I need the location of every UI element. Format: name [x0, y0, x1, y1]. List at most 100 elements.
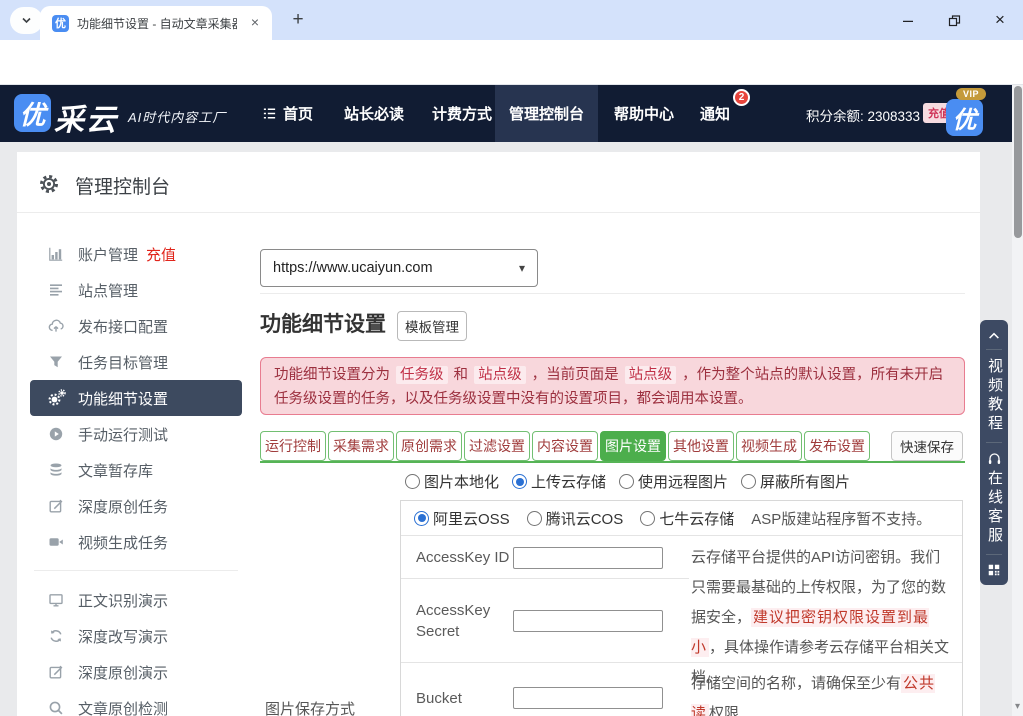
site-tagline: AI时代内容工厂 [128, 107, 226, 126]
back-to-top-button[interactable] [987, 329, 1001, 341]
points-balance: 积分余额: 2308333 [806, 105, 920, 125]
user-avatar[interactable]: 优 [946, 99, 983, 136]
radio-label: 使用远程图片 [638, 471, 728, 492]
sidebar-item-label: 站点管理 [78, 280, 138, 301]
page-title: 管理控制台 [75, 172, 170, 199]
image-save-mode-label: 图片保存方式 [265, 698, 355, 716]
tab-label: 图片设置 [605, 436, 661, 456]
radio-icon [619, 474, 634, 489]
cloud-upload-icon [48, 318, 64, 334]
window-restore-button[interactable] [932, 0, 976, 40]
settings-tabs: 运行控制 采集需求 原创需求 过滤设置 内容设置 图片设置 其他设置 视频生成 … [260, 431, 870, 461]
browser-toolbar: ← → ucaiyun.com/caiji/settings/ ☆ 井 ⋮ [0, 40, 1023, 85]
nav-item-help-center[interactable]: 帮助中心 [600, 85, 688, 142]
bucket-help-text: 存储空间的名称，请确保至少有公共读权限 [691, 669, 953, 716]
radio-qiniu-storage[interactable]: 七牛云存储 [640, 508, 734, 529]
tab-label: 过滤设置 [469, 436, 525, 456]
chevron-up-icon [987, 329, 1001, 341]
site-logo-badge[interactable]: 优 [14, 94, 51, 132]
tab-publish-settings[interactable]: 发布设置 [804, 431, 870, 461]
radio-label: 上传云存储 [531, 471, 606, 492]
sidebar-item-label: 发布接口配置 [78, 316, 168, 337]
tab-search-button[interactable] [10, 7, 43, 34]
database-icon [48, 462, 64, 478]
sidebar-item-label: 手动运行测试 [78, 424, 168, 445]
floating-side-panel: 视频教程 在线客服 [980, 320, 1008, 585]
quick-save-button[interactable]: 快速保存 [891, 431, 963, 461]
sidebar-item-deep-rewrite-demo[interactable]: 深度改写演示 [30, 618, 242, 654]
tab-other-settings[interactable]: 其他设置 [668, 431, 734, 461]
accesskey-id-row: AccessKey ID [401, 537, 689, 579]
qr-code-icon[interactable] [987, 563, 1001, 577]
bucket-input[interactable] [513, 687, 663, 709]
sidebar-item-task-target-management[interactable]: 任务目标管理 [30, 344, 242, 380]
tab-label: 原创需求 [401, 436, 457, 456]
sidebar-item-article-staging[interactable]: 文章暂存库 [30, 452, 242, 488]
scrollbar-down-arrow[interactable]: ▾ [1012, 701, 1023, 712]
template-management-button[interactable]: 模板管理 [397, 311, 467, 341]
radio-block-all-images[interactable]: 屏蔽所有图片 [741, 471, 850, 492]
content-card: 管理控制台 账户管理 充值 站点管理 发布接口配置 任务目标管理 [17, 152, 980, 716]
radio-use-remote-images[interactable]: 使用远程图片 [619, 471, 728, 492]
edit-icon [48, 664, 64, 680]
section-title: 功能细节设置 [260, 308, 386, 338]
nav-item-label: 通知 [700, 103, 730, 124]
radio-label: 七牛云存储 [659, 508, 734, 529]
tab-run-control[interactable]: 运行控制 [260, 431, 326, 461]
tab-content-settings[interactable]: 内容设置 [532, 431, 598, 461]
sidebar-item-video-generation-task[interactable]: 视频生成任务 [30, 524, 242, 560]
accesskey-id-input[interactable] [513, 547, 663, 569]
sidebar-item-publish-api-config[interactable]: 发布接口配置 [30, 308, 242, 344]
nav-item-admin-console[interactable]: 管理控制台 [495, 85, 598, 142]
page-scrollbar[interactable]: ▾ [1012, 85, 1023, 716]
radio-label: 图片本地化 [424, 471, 499, 492]
sidebar-item-body-recognition-demo[interactable]: 正文识别演示 [30, 582, 242, 618]
cloud-storage-settings-box: 阿里云OSS 腾讯云COS 七牛云存储 ASP版建站程序暂不支持。 Access… [400, 500, 963, 716]
scrollbar-thumb[interactable] [1014, 86, 1022, 238]
online-service-link[interactable]: 在线客服 [986, 470, 1002, 546]
tab-image-settings[interactable]: 图片设置 [600, 431, 666, 461]
tab-collect-requirements[interactable]: 采集需求 [328, 431, 394, 461]
sidebar-item-article-originality-check[interactable]: 文章原创检测 [30, 690, 242, 716]
radio-tencent-cos[interactable]: 腾讯云COS [527, 508, 624, 529]
new-tab-button[interactable]: + [286, 8, 310, 32]
radio-aliyun-oss[interactable]: 阿里云OSS [414, 508, 510, 529]
tab-close-button[interactable]: × [246, 14, 264, 32]
sidebar-item-label: 任务目标管理 [78, 352, 168, 373]
video-camera-icon [48, 534, 64, 550]
nav-item-home[interactable]: 首页 [248, 85, 327, 142]
video-tutorial-link[interactable]: 视频教程 [986, 358, 1002, 434]
chevron-down-icon: ▾ [519, 261, 525, 275]
tab-filter-settings[interactable]: 过滤设置 [464, 431, 530, 461]
page-background: 管理控制台 账户管理 充值 站点管理 发布接口配置 任务目标管理 [0, 142, 1023, 716]
nav-item-notifications[interactable]: 通知 2 [686, 85, 744, 142]
browser-tab[interactable]: 优 功能细节设置 - 自动文章采集器 × [40, 6, 272, 40]
tab-original-requirements[interactable]: 原创需求 [396, 431, 462, 461]
tab-label: 其他设置 [673, 436, 729, 456]
radio-upload-cloud-storage[interactable]: 上传云存储 [512, 471, 606, 492]
sidebar-item-deep-original-task[interactable]: 深度原创任务 [30, 488, 242, 524]
window-minimize-button[interactable]: – [886, 0, 930, 40]
nav-item-label: 首页 [283, 103, 313, 124]
nav-item-label: 帮助中心 [614, 103, 674, 124]
sidebar-item-site-management[interactable]: 站点管理 [30, 272, 242, 308]
funnel-icon [48, 354, 64, 370]
tabs-underline [260, 461, 965, 463]
sidebar-item-deep-original-demo[interactable]: 深度原创演示 [30, 654, 242, 690]
accesskey-secret-input[interactable] [513, 610, 663, 632]
sidebar-item-label: 视频生成任务 [78, 532, 168, 553]
search-icon [48, 700, 64, 716]
sidebar-item-manual-run-test[interactable]: 手动运行测试 [30, 416, 242, 452]
provider-radio-group: 阿里云OSS 腾讯云COS 七牛云存储 ASP版建站程序暂不支持。 [401, 501, 962, 536]
radio-image-localize[interactable]: 图片本地化 [405, 471, 499, 492]
sidebar-item-account-management[interactable]: 账户管理 充值 [30, 236, 242, 272]
nav-item-label: 计费方式 [432, 103, 492, 124]
site-select[interactable]: https://www.ucaiyun.com ▾ [260, 249, 538, 287]
window-close-button[interactable]: × [978, 0, 1022, 40]
sidebar-recharge-link[interactable]: 充值 [146, 244, 176, 265]
list-pages-icon [48, 282, 64, 298]
nav-item-billing[interactable]: 计费方式 [418, 85, 506, 142]
tab-video-generation[interactable]: 视频生成 [736, 431, 802, 461]
nav-item-webmaster-guide[interactable]: 站长必读 [330, 85, 418, 142]
sidebar-item-feature-detail-settings[interactable]: 功能细节设置 [30, 380, 242, 416]
